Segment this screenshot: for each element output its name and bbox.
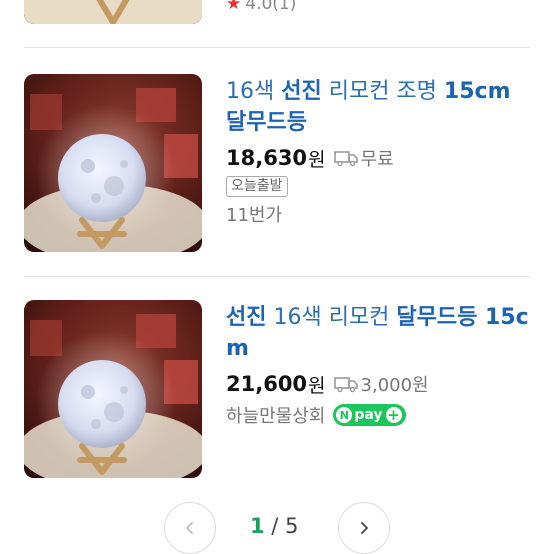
product-thumbnail[interactable] (24, 0, 202, 24)
truck-icon (333, 151, 358, 167)
product-thumbnail[interactable] (24, 74, 202, 252)
product-title[interactable]: 선진 16색 리모컨 달무드등 15cm (226, 302, 536, 364)
moon-lamp-image (24, 74, 202, 252)
product-title[interactable]: 16색 선진 리모컨 조명 15cm 달무드등 (226, 76, 536, 138)
title-text: 리모컨 조명 (321, 79, 444, 104)
shipping-fee: 3,000원 (360, 375, 429, 396)
product-info: 16색 선진 리모컨 조명 15cm 달무드등 18,630 원 무료 오늘출발 … (226, 76, 536, 227)
pagination: 1 / 5 (0, 500, 554, 554)
price-row: 21,600 원 3,000원 (226, 370, 536, 398)
star-icon: ★ (226, 0, 242, 14)
prev-page-button[interactable] (164, 502, 216, 554)
chevron-left-icon (186, 522, 193, 534)
price-row: 18,630 원 무료 (226, 144, 536, 172)
seller-row: 11번가 (226, 201, 536, 227)
divider (24, 276, 530, 277)
title-keyword: 선진 (281, 79, 322, 104)
seller-name[interactable]: 하늘만물상회 (226, 402, 325, 428)
moon-lamp-image (24, 0, 202, 24)
seller-name[interactable]: 11번가 (226, 201, 282, 227)
page-indicator: 1 / 5 (250, 514, 298, 538)
title-text: 16색 (226, 79, 282, 104)
seller-row: 하늘만물상회 Npay + (226, 402, 536, 428)
naver-n-icon: N (336, 407, 353, 423)
npay-label: pay (354, 407, 383, 423)
shipping-fee: 무료 (360, 149, 394, 170)
product-thumbnail[interactable] (24, 300, 202, 478)
current-page: 1 (250, 514, 265, 538)
price: 18,630 (226, 146, 308, 170)
npay-badge: Npay + (333, 404, 406, 426)
page-separator: / (264, 514, 286, 538)
truck-icon (333, 377, 358, 393)
currency: 원 (308, 374, 326, 397)
product-info: 선진 16색 리모컨 달무드등 15cm 21,600 원 3,000원 하늘만물… (226, 302, 536, 428)
divider (24, 47, 530, 48)
next-page-button[interactable] (338, 502, 390, 554)
price: 21,600 (226, 372, 308, 396)
title-text: 16색 리모컨 (266, 305, 397, 330)
total-pages: 5 (285, 514, 299, 538)
title-keyword: 선진 (226, 305, 267, 330)
currency: 원 (308, 148, 326, 171)
product-card-partial[interactable]: ★ 4.0(1) (0, 0, 554, 48)
chevron-right-icon (361, 522, 368, 534)
moon-lamp-image (24, 300, 202, 478)
plus-icon: + (385, 405, 402, 424)
delivery-badge: 오늘출발 (226, 176, 288, 197)
rating: ★ 4.0(1) (226, 0, 296, 14)
rating-text: 4.0(1) (245, 0, 297, 14)
